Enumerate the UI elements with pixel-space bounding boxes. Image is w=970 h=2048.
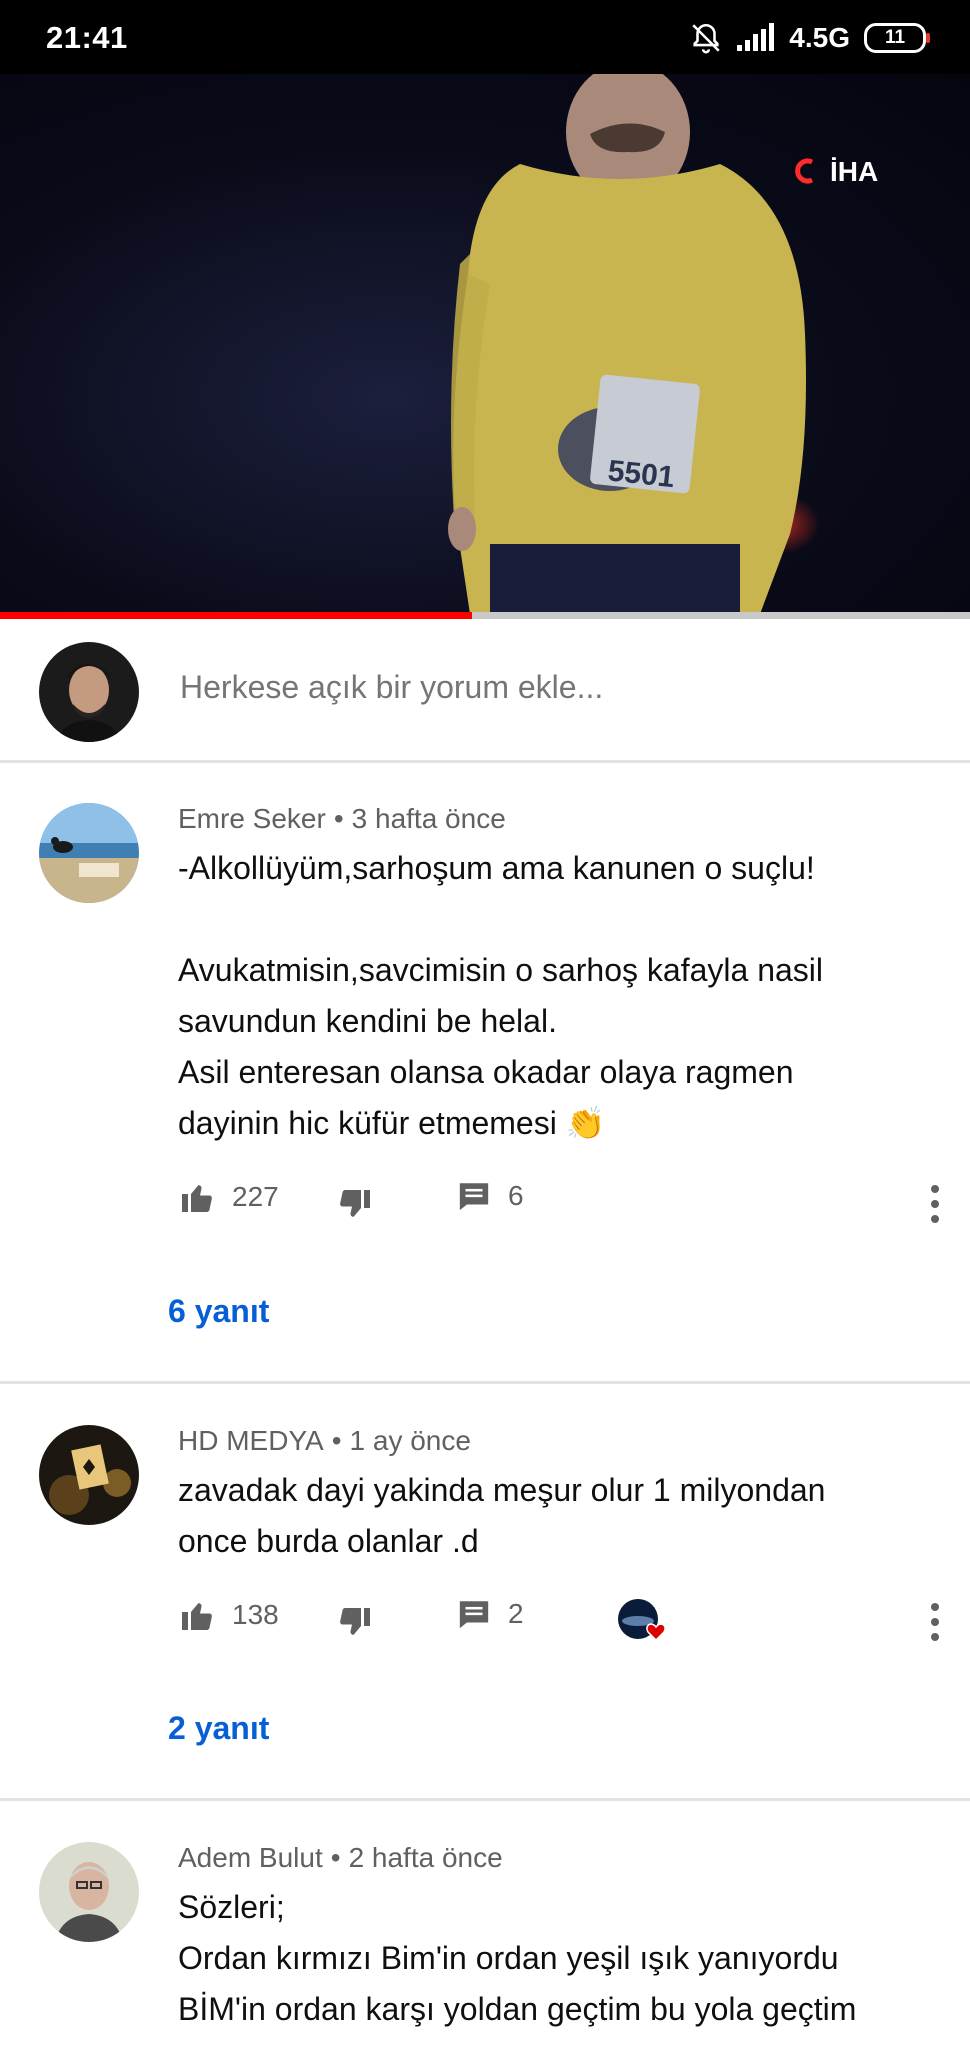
video-player[interactable]: 5501 İHA [0, 74, 970, 614]
comment-text: -Alkollüyüm,sarhoşum ama kanunen o suçlu… [178, 843, 938, 1149]
comment-line: Avukatmisin,savcimisin o sarhoş kafayla … [178, 952, 823, 988]
comment-author[interactable]: Emre Seker [178, 803, 326, 834]
creator-heart [616, 1597, 672, 1647]
comment-time: 2 hafta önce [348, 1842, 503, 1873]
comment-input[interactable] [178, 668, 922, 707]
comment-author[interactable]: HD MEDYA [178, 1425, 324, 1456]
comment-time: 3 hafta önce [351, 803, 506, 834]
comment-compose [0, 620, 970, 762]
comment-line: dayinin hic küfür etmemesi 👏 [178, 1105, 606, 1141]
comment-line: -Alkollüyüm,sarhoşum ama kanunen o suçlu… [178, 850, 815, 886]
thumbs-up-icon[interactable] [178, 1179, 216, 1215]
status-icons: 4.5G 11 [689, 18, 930, 58]
comment: Adem Bulut • 2 hafta önce Sözleri; Ordan k… [0, 1842, 970, 2048]
comment-line [178, 894, 938, 945]
battery-icon: 11 [864, 23, 930, 53]
comment-author[interactable]: Adem Bulut [178, 1842, 323, 1873]
network-type: 4.5G [789, 22, 850, 53]
divider [0, 1381, 970, 1384]
creator-heart-icon [618, 1599, 666, 1642]
watermark-logo: İHA [795, 156, 878, 187]
comment-line: Asil enteresan olansa okadar olaya ragme… [178, 1054, 794, 1090]
comment-icon[interactable] [456, 1597, 492, 1631]
divider [0, 1798, 970, 1801]
video-frame: 5501 İHA [448, 74, 878, 614]
status-time: 21:41 [46, 20, 128, 55]
my-avatar[interactable] [39, 642, 139, 742]
view-replies-link[interactable]: 2 yanıt [168, 1710, 269, 1747]
comment-meta: Emre Seker • 3 hafta önce [178, 803, 506, 834]
like-action: 227 [178, 1179, 279, 1215]
dislike-action [336, 1179, 374, 1217]
bib-number: 5501 [606, 454, 676, 494]
bell-off-icon [692, 23, 720, 54]
comment-line: once burda olanlar .d [178, 1523, 479, 1559]
more-vert-icon[interactable] [920, 1597, 950, 1647]
more-vert-icon[interactable] [920, 1179, 950, 1229]
video-progress-fill [0, 612, 473, 619]
reply-action: 2 [456, 1597, 524, 1631]
comment-time: 1 ay önce [349, 1425, 471, 1456]
comment-line: zavadak dayi yakinda meşur olur 1 milyon… [178, 1472, 826, 1508]
dislike-action [336, 1597, 374, 1635]
like-count: 138 [232, 1599, 279, 1630]
thumbs-down-icon[interactable] [336, 1187, 374, 1223]
reply-count: 6 [508, 1180, 524, 1211]
battery-level: 11 [884, 27, 906, 48]
status-bar: 21:41 4.5G 11 [0, 0, 970, 74]
comment-line: BİM'in ordan karşı yoldan geçtim bu yola… [178, 1991, 857, 2027]
author-avatar[interactable] [39, 1842, 139, 1942]
comment-actions: 138 2 [178, 1597, 939, 1647]
reply-count: 2 [508, 1598, 524, 1629]
author-avatar[interactable] [39, 1425, 139, 1525]
svg-text:İHA: İHA [830, 156, 878, 187]
view-replies-link[interactable]: 6 yanıt [168, 1293, 269, 1330]
comment-text: Sözleri; Ordan kırmızı Bim'in ordan yeşi… [178, 1882, 938, 2035]
comment: Emre Seker • 3 hafta önce -Alkollüyüm,sarh… [0, 803, 970, 1383]
comment: HD MEDYA • 1 ay önce zavadak dayi yakinda … [0, 1425, 970, 1795]
thumbs-up-icon[interactable] [178, 1597, 216, 1633]
reply-action: 6 [456, 1179, 524, 1213]
thumbs-down-icon[interactable] [336, 1605, 374, 1641]
divider [0, 760, 970, 763]
comment-line: Sözleri; [178, 1889, 285, 1925]
comment-line: Ordan kırmızı Bim'in ordan yeşil ışık ya… [178, 1940, 839, 1976]
comment-meta: HD MEDYA • 1 ay önce [178, 1425, 471, 1456]
comment-meta: Adem Bulut • 2 hafta önce [178, 1842, 503, 1873]
comment-line: savundun kendini be helal. [178, 1003, 557, 1039]
like-action: 138 [178, 1597, 279, 1633]
author-avatar[interactable] [39, 803, 139, 903]
signal-icon [737, 23, 775, 51]
comment-actions: 227 6 [178, 1179, 939, 1229]
like-count: 227 [232, 1181, 279, 1212]
comment-icon[interactable] [456, 1179, 492, 1213]
comment-text: zavadak dayi yakinda meşur olur 1 milyon… [178, 1465, 938, 1567]
